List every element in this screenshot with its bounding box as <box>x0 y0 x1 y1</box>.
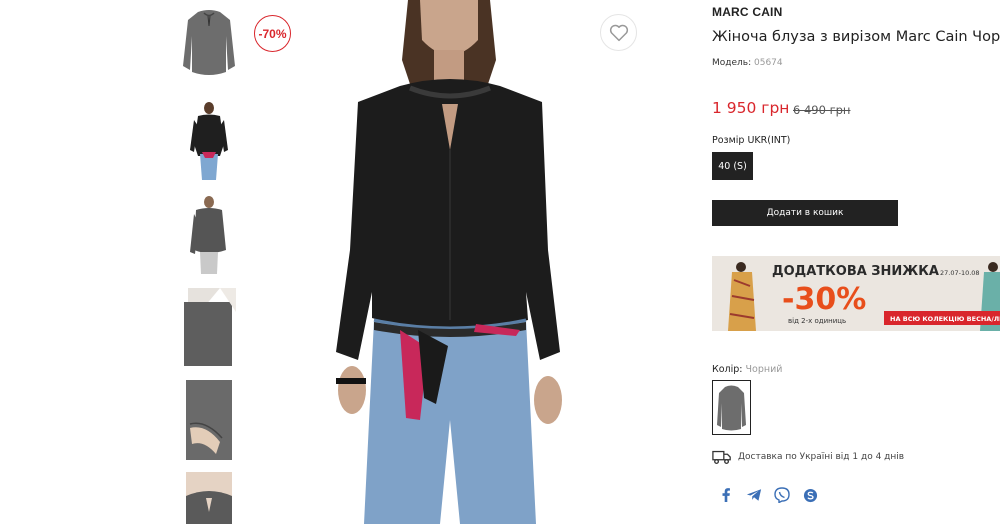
thumbnail-blouse-front[interactable] <box>180 6 238 82</box>
brand-name[interactable]: MARC CAIN <box>712 5 782 19</box>
main-product-image[interactable] <box>250 0 646 524</box>
discount-badge: -70% <box>254 15 291 52</box>
delivery-truck-icon <box>712 450 731 464</box>
promo-headline: ДОДАТКОВА ЗНИЖКА <box>772 264 939 279</box>
share-buttons <box>718 487 818 503</box>
size-option-button[interactable]: 40 (S) <box>712 152 753 180</box>
promo-banner[interactable]: ДОДАТКОВА ЗНИЖКА 27.07-10.08 -30% від 2-… <box>712 256 1000 331</box>
promo-discount: -30% <box>782 282 866 317</box>
promo-ribbon-text: НА ВСЮ КОЛЕКЦІЮ ВЕСНА/ЛІТО <box>890 315 1000 323</box>
thumbnail-blouse-back[interactable] <box>180 194 238 274</box>
model-code: 05674 <box>754 58 783 68</box>
add-to-cart-button[interactable]: Додати в кошик <box>712 200 898 226</box>
current-price: 1 950 грн <box>712 99 790 117</box>
promo-subtitle: від 2-х одиниць <box>788 317 846 325</box>
thumbnail-model-front[interactable] <box>180 100 238 180</box>
promo-dates: 27.07-10.08 <box>940 269 980 277</box>
delivery-text: Доставка по Україні від 1 до 4 днів <box>738 452 905 462</box>
viber-icon[interactable] <box>774 487 790 503</box>
size-label: Розмір UKR(INT) <box>712 135 791 146</box>
delivery-info: Доставка по Україні від 1 до 4 днів <box>712 447 904 467</box>
product-title: Жіноча блуза з вирізом Marc Cain Чорна <box>712 29 1000 45</box>
color-swatch-black[interactable] <box>712 380 751 435</box>
model-line: Модель: 05674 <box>712 58 783 68</box>
color-value: Чорний <box>745 364 783 375</box>
facebook-icon[interactable] <box>718 487 734 503</box>
color-label: Колір: <box>712 364 743 375</box>
thumbnail-sleeve-detail[interactable] <box>180 380 238 460</box>
favorite-button[interactable] <box>600 14 637 51</box>
telegram-icon[interactable] <box>746 487 762 503</box>
skype-icon[interactable] <box>802 487 818 503</box>
thumbnail-neckline-detail[interactable] <box>180 472 238 524</box>
thumbnail-fabric-detail[interactable] <box>180 288 238 368</box>
heart-icon <box>609 24 628 41</box>
color-label-line: Колір: Чорний <box>712 364 782 375</box>
model-label: Модель: <box>712 58 752 68</box>
old-price: 6 490 грн <box>793 103 851 117</box>
